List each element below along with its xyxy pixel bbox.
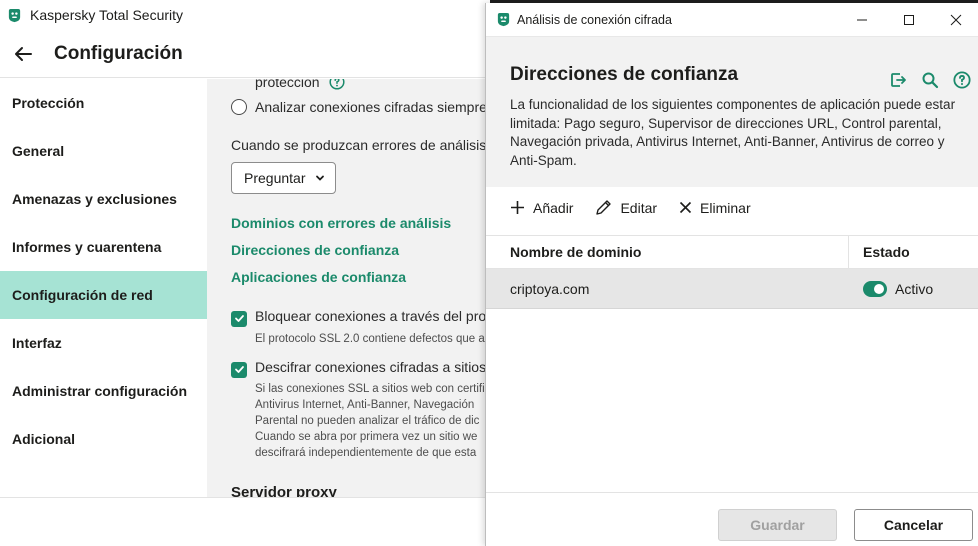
edit-button[interactable]: Editar	[595, 199, 657, 216]
pencil-icon	[596, 200, 612, 215]
radio-always-scan[interactable]: Analizar conexiones cifradas siempre	[231, 99, 487, 115]
add-button-label: Añadir	[533, 199, 574, 216]
block-ssl-label: Bloquear conexiones a través del prot	[255, 308, 490, 324]
maximize-button[interactable]	[885, 3, 932, 37]
decrypt-note-line: Antivirus Internet, Anti-Banner, Navegac…	[255, 399, 475, 411]
sidebar-item-general[interactable]: General	[0, 127, 207, 175]
status-toggle[interactable]	[863, 281, 887, 297]
decrypt-note-line: Cuando se abra por primera vez un sitio …	[255, 431, 478, 443]
sidebar-item-administrar[interactable]: Administrar configuración	[0, 367, 207, 415]
maximize-icon	[903, 15, 914, 25]
help-icon[interactable]	[329, 79, 346, 90]
dialog-toolbar: Añadir Editar Eliminar	[510, 199, 751, 216]
decrypt-note: Si las conexiones SSL a sitios web con c…	[255, 381, 485, 461]
status-cell: Activo	[895, 280, 934, 297]
radio-button[interactable]	[231, 99, 247, 115]
window-controls	[838, 3, 978, 37]
dialog-tools	[885, 67, 975, 93]
plus-icon	[511, 201, 524, 214]
link-direcciones-confianza[interactable]: Direcciones de confianza	[231, 242, 399, 258]
decrypt-label: Descifrar conexiones cifradas a sitios w	[255, 359, 490, 375]
delete-button[interactable]: Eliminar	[679, 200, 751, 216]
checkbox-checked-icon[interactable]	[231, 361, 247, 378]
sidebar-item-adicional[interactable]: Adicional	[0, 415, 207, 463]
kaspersky-logo-icon	[497, 12, 510, 27]
delete-button-label: Eliminar	[700, 199, 751, 216]
sidebar-item-configuracion-red[interactable]: Configuración de red	[0, 271, 207, 319]
help-icon	[953, 71, 971, 89]
app-titlebar: Kaspersky Total Security	[0, 0, 490, 30]
settings-sidebar: Protección General Amenazas y exclusione…	[0, 79, 207, 497]
close-icon	[950, 14, 961, 26]
export-icon	[891, 73, 906, 87]
dialog-heading: Direcciones de confianza	[510, 64, 739, 85]
radio-always-scan-label: Analizar conexiones cifradas siempre	[255, 99, 487, 115]
help-button[interactable]	[949, 67, 975, 93]
trusted-domains-table: Nombre de dominio Estado criptoya.com Ac…	[486, 235, 978, 309]
trusted-addresses-dialog: Análisis de conexión cifrada Direcciones…	[485, 3, 978, 546]
export-button[interactable]	[885, 67, 911, 93]
dialog-footer: Guardar Cancelar	[486, 492, 978, 546]
checkbox-block-ssl[interactable]: Bloquear conexiones a través del prot	[231, 308, 490, 327]
close-icon	[679, 201, 692, 214]
close-button[interactable]	[932, 3, 978, 37]
settings-content: protección Analizar conexiones cifradas …	[207, 79, 490, 497]
column-header-status[interactable]: Estado	[863, 244, 910, 260]
sidebar-item-proteccion[interactable]: Protección	[0, 79, 207, 127]
minimize-icon	[856, 19, 867, 21]
search-button[interactable]	[917, 67, 943, 93]
back-arrow-icon[interactable]	[12, 43, 34, 65]
checkbox-checked-icon[interactable]	[231, 310, 247, 327]
column-divider[interactable]	[848, 236, 849, 270]
minimize-button[interactable]	[838, 3, 885, 37]
app-title: Kaspersky Total Security	[30, 7, 184, 23]
chevron-down-icon	[316, 175, 325, 181]
dialog-header: Direcciones de confianza La funcionalida…	[486, 37, 978, 187]
cancel-button[interactable]: Cancelar	[854, 509, 973, 541]
errors-label: Cuando se produzcan errores de análisis …	[231, 137, 490, 153]
link-aplicaciones-confianza[interactable]: Aplicaciones de confianza	[231, 269, 406, 285]
errors-action-value: Preguntar	[244, 170, 306, 186]
sidebar-item-informes[interactable]: Informes y cuarentena	[0, 223, 207, 271]
protection-tail-text: protección	[255, 79, 320, 90]
sidebar-item-amenazas[interactable]: Amenazas y exclusiones	[0, 175, 207, 223]
protection-option-tail: protección	[255, 79, 346, 90]
table-header: Nombre de dominio Estado	[486, 235, 978, 270]
decrypt-note-line: Parental no pueden analizar el tráfico d…	[255, 415, 480, 427]
dialog-window-title: Análisis de conexión cifrada	[517, 12, 672, 27]
dialog-titlebar: Análisis de conexión cifrada	[486, 3, 978, 37]
table-row[interactable]: criptoya.com Activo	[486, 269, 978, 309]
checkbox-decrypt[interactable]: Descifrar conexiones cifradas a sitios w	[231, 359, 490, 378]
proxy-section-title: Servidor proxy	[231, 484, 337, 497]
search-icon	[922, 72, 939, 89]
add-button[interactable]: Añadir	[510, 200, 573, 216]
main-footer	[0, 497, 490, 546]
errors-action-dropdown[interactable]: Preguntar	[231, 162, 337, 194]
link-dominios-errores[interactable]: Dominios con errores de análisis	[231, 215, 451, 231]
dialog-description: La funcionalidad de los siguientes compo…	[510, 97, 956, 168]
sidebar-item-interfaz[interactable]: Interfaz	[0, 319, 207, 367]
domain-cell: criptoya.com	[510, 280, 590, 297]
column-header-domain[interactable]: Nombre de dominio	[510, 244, 641, 260]
decrypt-note-line: Si las conexiones SSL a sitios web con c…	[255, 383, 485, 395]
page-header: Configuración	[0, 30, 490, 78]
page-title: Configuración	[54, 42, 183, 64]
kaspersky-logo-icon	[8, 8, 21, 22]
edit-button-label: Editar	[620, 199, 658, 216]
block-ssl-note: El protocolo SSL 2.0 contiene defectos q…	[255, 333, 485, 345]
save-button[interactable]: Guardar	[718, 509, 837, 541]
decrypt-note-line: descifrará independientemente de que est…	[255, 447, 477, 459]
